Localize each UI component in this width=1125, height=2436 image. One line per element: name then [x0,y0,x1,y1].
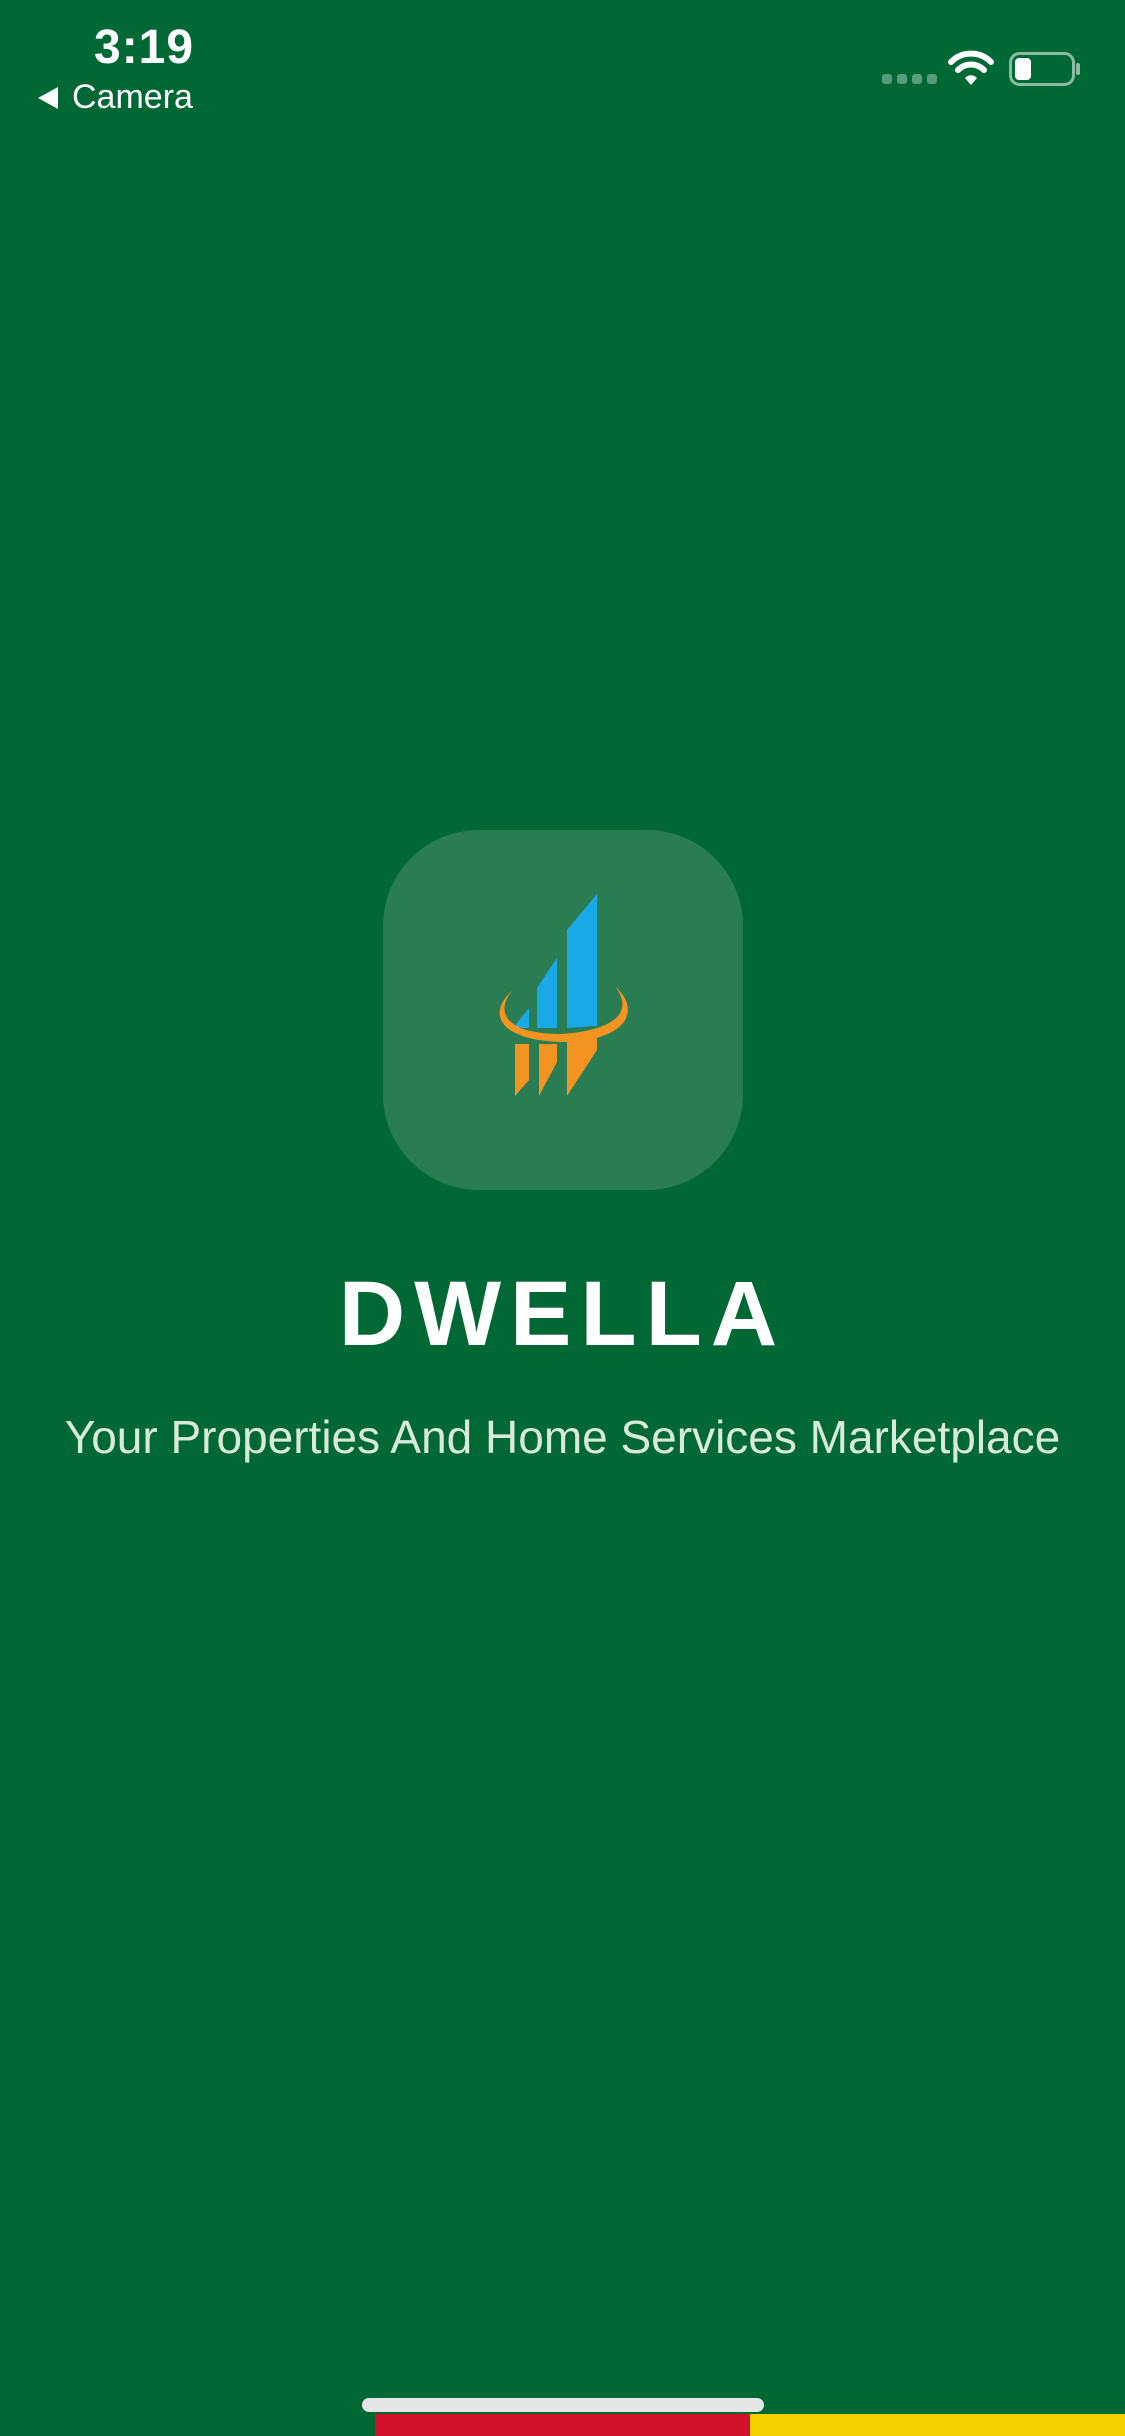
wifi-icon [948,50,994,85]
status-bar: 3:19 Camera [0,0,1125,135]
app-tagline: Your Properties And Home Services Market… [64,1411,1061,1463]
back-to-camera-link[interactable]: Camera [38,78,193,117]
app-logo-tile [383,830,743,1190]
back-triangle-icon [38,86,58,109]
signal-dots-icon [882,74,937,84]
app-name: DWELLA [338,1263,787,1365]
home-indicator[interactable] [362,2398,764,2412]
status-time: 3:19 [94,21,195,74]
building-chart-logo-icon [499,894,628,1096]
back-link-label: Camera [72,78,193,116]
brand-stripe-red [375,2414,750,2436]
brand-stripe-yellow [750,2414,1125,2436]
battery-icon [1009,52,1080,86]
